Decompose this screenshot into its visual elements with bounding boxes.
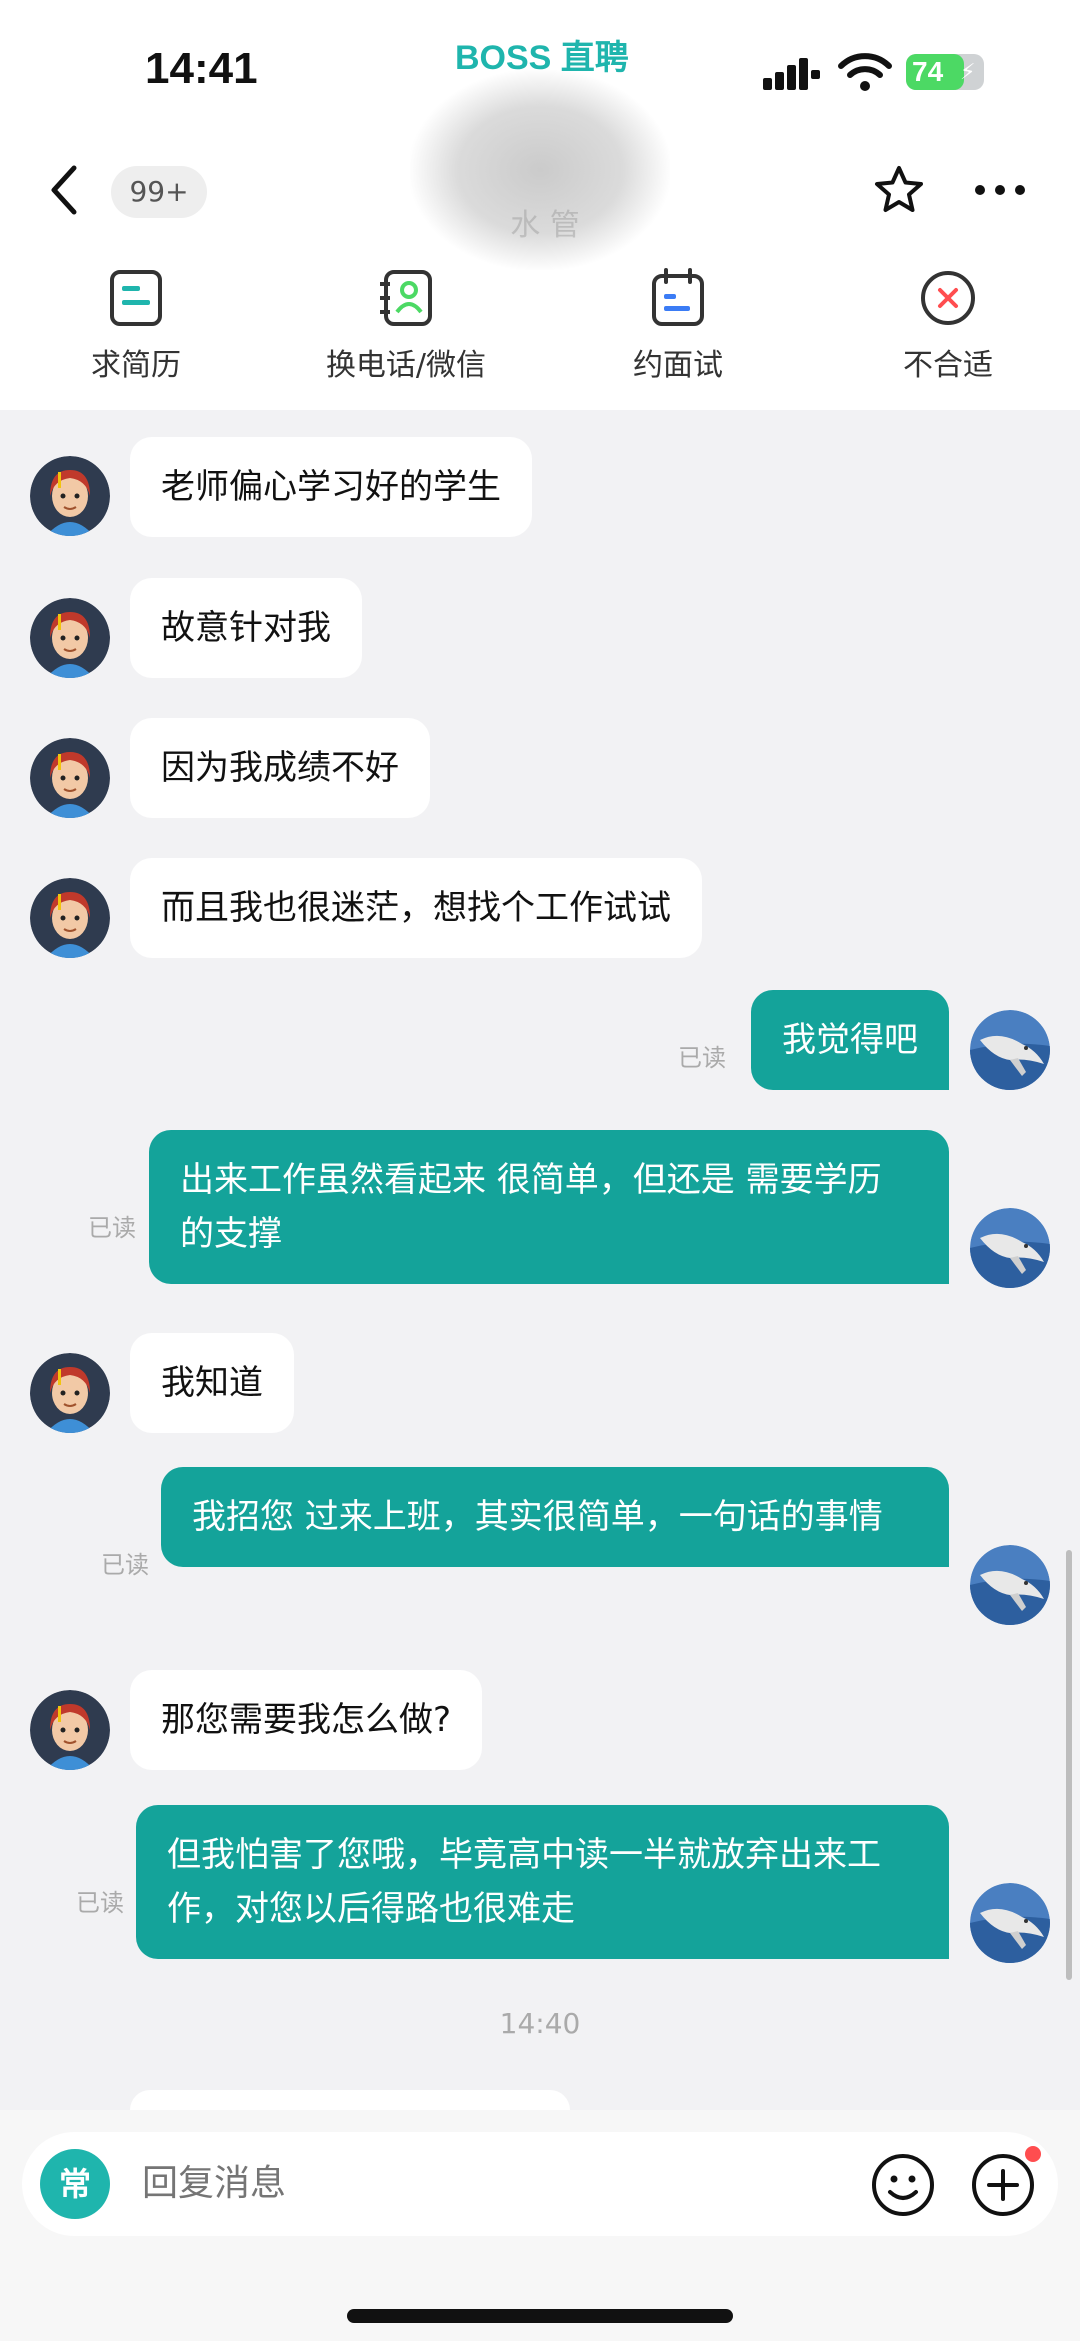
message-row-outgoing: 已读 但我怕害了您哦，毕竟高中读一半就放弃出来工作，对您以后得路也很难走 — [0, 1805, 1080, 1965]
scrollbar[interactable] — [1066, 1550, 1072, 1980]
read-receipt: 已读 — [88, 1214, 136, 1242]
contact-name[interactable]: 水 管 — [430, 200, 660, 244]
resume-icon — [110, 270, 162, 326]
message-row-incoming: 而且我也很迷茫，想找个工作试试 — [0, 850, 1080, 958]
battery-indicator: 74 ⚡ — [906, 54, 984, 90]
bird-photo-avatar — [970, 1208, 1050, 1288]
message-bubble[interactable]: 我招您 过来上班，其实很简单，一句话的事情 — [161, 1467, 949, 1567]
message-bubble[interactable]: 因为我成绩不好 — [130, 718, 430, 818]
message-bubble[interactable]: 我觉得吧 — [751, 990, 949, 1090]
girl-avatar-icon — [30, 738, 110, 818]
partial-message-bubble — [130, 2090, 570, 2110]
action-label: 求简历 — [91, 348, 181, 383]
input-area: 常 — [0, 2110, 1080, 2341]
read-receipt: 已读 — [678, 1044, 726, 1072]
star-icon[interactable] — [873, 164, 925, 216]
message-row-outgoing: 已读 我招您 过来上班，其实很简单，一句话的事情 — [0, 1467, 1080, 1627]
message-input[interactable] — [142, 2154, 742, 2214]
contact-avatar[interactable] — [30, 456, 110, 536]
contact-avatar[interactable] — [30, 878, 110, 958]
message-row-outgoing: 已读 我觉得吧 — [0, 990, 1080, 1090]
bird-photo-avatar — [970, 1545, 1050, 1625]
battery-percentage: 74 — [912, 56, 944, 87]
plus-icon[interactable] — [970, 2152, 1036, 2218]
exchange-contact-icon — [380, 270, 432, 326]
message-row-outgoing: 已读 出来工作虽然看起来 很简单，但还是 需要学历 的支撑 — [0, 1130, 1080, 1290]
message-bubble[interactable]: 出来工作虽然看起来 很简单，但还是 需要学历 的支撑 — [149, 1130, 949, 1284]
message-row-incoming: 那您需要我怎么做? — [0, 1662, 1080, 1770]
action-label: 不合适 — [903, 348, 993, 383]
message-bubble[interactable]: 老师偏心学习好的学生 — [130, 437, 532, 537]
common-phrases-button[interactable]: 常 — [40, 2149, 110, 2219]
message-bubble[interactable]: 故意针对我 — [130, 578, 362, 678]
girl-avatar-icon — [30, 878, 110, 958]
notification-dot — [1025, 2146, 1041, 2162]
home-indicator[interactable] — [347, 2309, 733, 2323]
status-time: 14:41 — [145, 44, 258, 93]
back-arrow-icon[interactable] — [44, 160, 84, 220]
bird-photo-avatar — [970, 1010, 1050, 1090]
contact-avatar[interactable] — [30, 1690, 110, 1770]
message-bubble[interactable]: 而且我也很迷茫，想找个工作试试 — [130, 858, 702, 958]
chat-header: 14:41 BOSS 直聘 74 ⚡ 99+ 水 管 求简历 换电话/微信 约面… — [0, 0, 1080, 410]
girl-avatar-icon — [30, 1690, 110, 1770]
close-circle-icon — [921, 271, 975, 325]
message-input-bar: 常 — [22, 2132, 1058, 2236]
message-row-incoming: 故意针对我 — [0, 570, 1080, 678]
read-receipt: 已读 — [76, 1889, 124, 1917]
message-bubble[interactable]: 我知道 — [130, 1333, 294, 1433]
message-row-incoming: 老师偏心学习好的学生 — [0, 428, 1080, 538]
unread-count-badge[interactable]: 99+ — [111, 166, 207, 218]
more-icon[interactable] — [974, 184, 1026, 196]
girl-avatar-icon — [30, 1353, 110, 1433]
my-avatar[interactable] — [970, 1010, 1050, 1090]
message-timestamp: 14:40 — [499, 2007, 581, 2040]
calendar-icon — [652, 268, 704, 326]
girl-avatar-icon — [30, 598, 110, 678]
my-avatar[interactable] — [970, 1208, 1050, 1288]
action-exchange-contact[interactable]: 换电话/微信 — [296, 268, 516, 398]
action-label: 约面试 — [633, 348, 723, 383]
action-not-suitable[interactable]: 不合适 — [838, 268, 1058, 398]
quick-actions: 求简历 换电话/微信 约面试 不合适 — [0, 268, 1080, 398]
action-label: 换电话/微信 — [325, 348, 487, 383]
charging-bolt-icon: ⚡ — [960, 60, 976, 85]
bird-photo-avatar — [970, 1883, 1050, 1963]
cellular-signal-icon — [763, 58, 820, 90]
my-avatar[interactable] — [970, 1883, 1050, 1963]
message-bubble[interactable]: 那您需要我怎么做? — [130, 1670, 483, 1770]
contact-avatar[interactable] — [30, 738, 110, 818]
my-avatar[interactable] — [970, 1545, 1050, 1625]
read-receipt: 已读 — [101, 1551, 149, 1579]
action-schedule-interview[interactable]: 约面试 — [568, 268, 788, 398]
contact-avatar[interactable] — [30, 1353, 110, 1433]
message-row-incoming: 因为我成绩不好 — [0, 710, 1080, 818]
action-request-resume[interactable]: 求简历 — [26, 268, 246, 398]
contact-avatar[interactable] — [30, 598, 110, 678]
girl-avatar-icon — [30, 456, 110, 536]
message-list[interactable]: 老师偏心学习好的学生 故意针对我 因为我成绩不好 而且我也很迷茫，想找个工作试试… — [0, 410, 1080, 2110]
wifi-icon — [838, 53, 892, 91]
message-row-incoming: 我知道 — [0, 1325, 1080, 1433]
emoji-icon[interactable] — [870, 2152, 936, 2218]
message-bubble[interactable]: 但我怕害了您哦，毕竟高中读一半就放弃出来工作，对您以后得路也很难走 — [136, 1805, 949, 1959]
